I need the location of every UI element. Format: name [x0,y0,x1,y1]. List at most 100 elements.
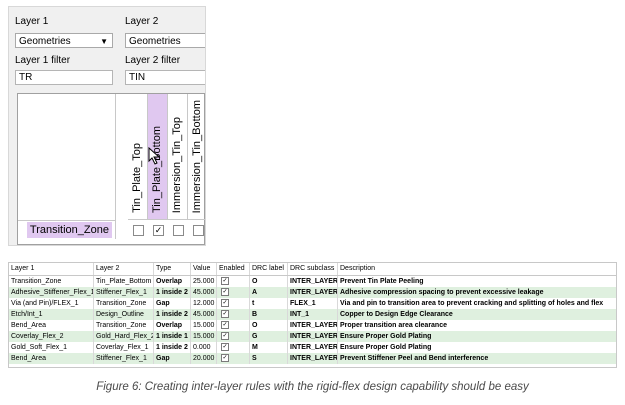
cell-layer2: Transition_Zone [94,320,154,331]
cell-layer1: Coverlay_Flex_2 [9,331,94,342]
layer1-filter-label: Layer 1 filter [15,55,71,66]
column-header-tin-plate-top[interactable]: Tin_Plate_Top [128,94,148,220]
table-header-row: Layer 1 Layer 2 Type Value Enabled DRC label D… [9,263,616,276]
enabled-checkbox[interactable]: ✓ [221,310,229,319]
enabled-checkbox[interactable]: ✓ [221,343,229,352]
cell-type: 1 inside 2 [154,287,191,298]
cell-enabled[interactable]: ✓ [217,287,250,298]
matrix-checkbox[interactable] [193,225,204,236]
cell-enabled[interactable]: ✓ [217,331,250,342]
cell-value: 25.000 [191,276,217,287]
cell-enabled[interactable]: ✓ [217,353,250,364]
layer2-dropdown-value: Geometries [129,36,181,47]
layer2-label: Layer 2 [125,16,159,27]
enabled-checkbox[interactable]: ✓ [221,277,229,286]
column-header-layer1[interactable]: Layer 1 [9,263,94,275]
cell-drc-label: O [250,276,288,287]
cell-layer2: Stiffener_Flex_1 [94,287,154,298]
matrix-checkbox[interactable] [133,225,144,236]
column-header-layer2[interactable]: Layer 2 [94,263,154,275]
layer2-dropdown[interactable]: Geometries [125,33,205,48]
layer-matrix-grid: Tin_Plate_Top Tin_Plate_Bottom Immersion… [17,93,205,245]
layer1-filter-input[interactable]: TR [15,70,113,85]
layer2-filter-label: Layer 2 filter [125,55,181,66]
row-header-transition-zone[interactable]: Transition_Zone [18,221,116,239]
cell-drc-subclass: INTER_LAYER [290,353,338,364]
cell-type: 1 inside 1 [154,331,191,342]
cell-enabled[interactable]: ✓ [217,320,250,331]
cell-enabled[interactable]: ✓ [217,309,250,320]
column-header-value[interactable]: Value [191,263,217,275]
table-row[interactable]: Adhesive_Stiffener_Flex_1 Stiffener_Flex_… [9,287,616,298]
cell-drc-subclass: INT_1 [288,309,338,320]
cell-drc-subclass: INTER_LAYER [290,331,338,342]
cell-description: Adhesive compression spacing to prevent … [338,287,616,298]
matrix-checkbox-checked[interactable]: ✓ [153,225,164,236]
layer1-label: Layer 1 [15,16,49,27]
cell-layer2: Stiffener_Flex_1 [94,353,154,364]
table-row[interactable]: Gold_Soft_Flex_1 Coverlay_Flex_1 1 inside … [9,342,616,353]
matrix-checkbox[interactable] [173,225,184,236]
cell-layer1: Bend_Area [9,320,94,331]
figure-caption: Figure 6: Creating inter-layer rules wit… [96,381,529,393]
enabled-checkbox[interactable]: ✓ [221,321,229,330]
table-row[interactable]: Bend_Area Stiffener_Flex_1 Gap 20.000 ✓ S INTE… [9,353,616,364]
column-header-label: Tin_Plate_Bottom [151,125,163,213]
column-header-type[interactable]: Type [154,263,191,275]
cell-enabled[interactable]: ✓ [217,276,250,287]
cell-description: Via and pin to transition area to preven… [338,298,616,309]
cell-drc-subclass: INTER_LAYER [290,342,338,353]
layer-selector-panel: Layer 1 Layer 2 Geometries ▼ Geometries … [8,6,206,246]
cell-layer1: Bend_Area [9,353,94,364]
cell-description: Prevent Tin Plate Peeling [338,276,616,287]
cell-value: 15.000 [191,331,217,342]
enabled-checkbox[interactable]: ✓ [221,354,229,363]
cell-value: 20.000 [191,353,217,364]
column-header-immersion-tin-top[interactable]: Immersion_Tin_Top [168,94,188,220]
table-row[interactable]: Etch/Int_1 Design_Outline 1 inside 2 45.000… [9,309,616,320]
table-row[interactable]: Coverlay_Flex_2 Gold_Hard_Flex_2 1 inside … [9,331,616,342]
mouse-pointer-icon [148,147,161,165]
table-row[interactable]: Transition_Zone Tin_Plate_Bottom Overlap 25… [9,276,616,287]
column-header-drc-label[interactable]: DRC label [250,263,288,275]
layer1-dropdown-value: Geometries [19,36,71,47]
cell-enabled[interactable]: ✓ [217,298,250,309]
enabled-checkbox[interactable]: ✓ [221,332,229,341]
column-header-enabled[interactable]: Enabled [217,263,250,275]
cell-enabled[interactable]: ✓ [217,342,250,353]
cell-type: Overlap [154,320,191,331]
table-row[interactable]: Bend_Area Transition_Zone Overlap 15.000 ✓ O I… [9,320,616,331]
cell-layer2: Design_Outline [94,309,154,320]
cell-layer1: Gold_Soft_Flex_1 [9,342,94,353]
column-header-immersion-tin-bottom[interactable]: Immersion_Tin_Bottom [188,94,205,220]
enabled-checkbox[interactable]: ✓ [221,299,229,308]
cell-description: Copper to Design Edge Clearance [338,309,616,320]
cell-layer1: Adhesive_Stiffener_Flex_1 [11,287,94,298]
cell-layer2: Transition_Zone [94,298,154,309]
table-row[interactable]: Via (and Pin)/FLEX_1 Transition_Zone Gap 12… [9,298,616,309]
layer2-filter-input[interactable]: TIN [125,70,205,85]
cell-drc-label: B [250,309,288,320]
matrix-corner [18,94,116,221]
column-header-description[interactable]: Description [338,263,616,275]
rules-table: Layer 1 Layer 2 Type Value Enabled DRC label D… [8,262,617,368]
cell-layer2: Coverlay_Flex_1 [94,342,154,353]
cell-type: Gap [154,353,191,364]
cell-value: 45.000 [191,309,217,320]
column-header-label: Tin_Plate_Top [131,143,143,213]
cell-layer1: Etch/Int_1 [9,309,94,320]
column-header-label: Immersion_Tin_Bottom [191,99,203,213]
enabled-checkbox[interactable]: ✓ [221,288,229,297]
layer1-dropdown[interactable]: Geometries ▼ [15,33,113,48]
row-header-label: Transition_Zone [26,222,112,238]
column-header-drc-subclass[interactable]: DRC subclass [288,263,338,275]
cell-drc-label: A [250,287,288,298]
cell-layer1: Transition_Zone [9,276,94,287]
cell-drc-label: t [250,298,288,309]
cell-drc-label: M [250,342,288,353]
cell-type: 1 inside 2 [154,309,191,320]
cell-description: Ensure Proper Gold Plating [338,342,616,353]
cell-drc-label: O [250,320,288,331]
cell-layer1: Via (and Pin)/FLEX_1 [9,298,94,309]
chevron-down-icon: ▼ [100,37,108,46]
